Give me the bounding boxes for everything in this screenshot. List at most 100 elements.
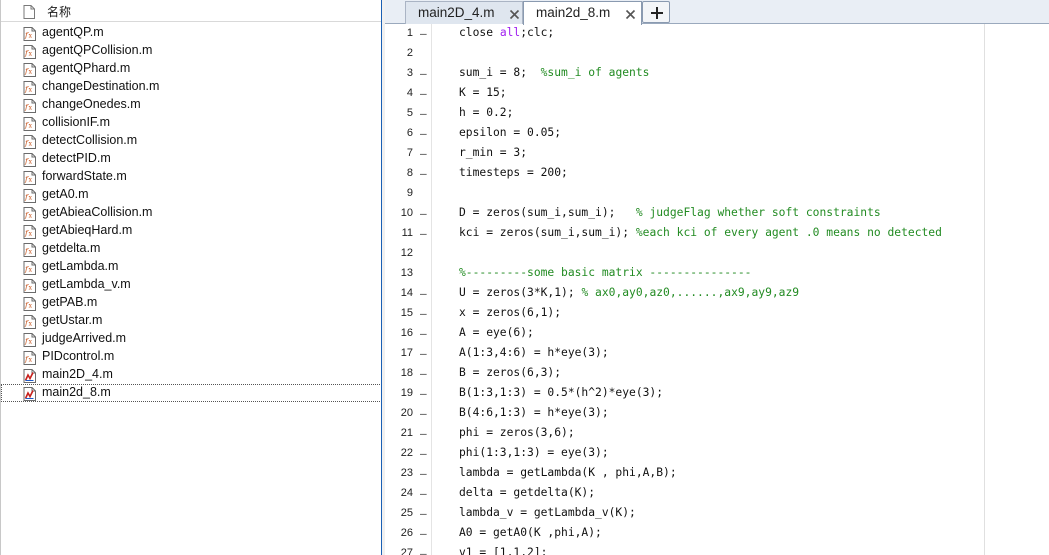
line-number[interactable]: 3 bbox=[385, 67, 413, 79]
line-number[interactable]: 27 bbox=[385, 547, 413, 555]
breakpoint-marker[interactable]: – bbox=[420, 107, 427, 120]
matlab-function-file-icon: fx bbox=[23, 188, 36, 203]
line-number[interactable]: 7 bbox=[385, 147, 413, 159]
breakpoint-marker[interactable]: – bbox=[420, 127, 427, 140]
breakpoint-marker[interactable]: – bbox=[420, 67, 427, 80]
line-number[interactable]: 12 bbox=[385, 247, 413, 259]
svg-text:x: x bbox=[29, 123, 33, 130]
file-list-item[interactable]: f x agentQP.m bbox=[1, 24, 382, 42]
line-number[interactable]: 6 bbox=[385, 127, 413, 139]
breakpoint-marker[interactable]: – bbox=[420, 227, 427, 240]
code-line: 18– B = zeros(6,3); bbox=[385, 364, 1049, 384]
line-number[interactable]: 15 bbox=[385, 307, 413, 319]
breakpoint-marker[interactable]: – bbox=[420, 467, 427, 480]
editor-panel: main2D_4.m main2d_8.m 1– close all;clc; 2 bbox=[385, 0, 1049, 555]
tab-main2d-4[interactable]: main2D_4.m bbox=[405, 1, 523, 24]
breakpoint-marker[interactable]: – bbox=[420, 347, 427, 360]
file-list-item[interactable]: f x collisionIF.m bbox=[1, 114, 382, 132]
code-line: 22– phi(1:3,1:3) = eye(3); bbox=[385, 444, 1049, 464]
file-list-item[interactable]: main2D_4.m bbox=[1, 366, 382, 384]
file-name: getAbieaCollision.m bbox=[42, 205, 153, 219]
current-folder-panel: 名称 f x agentQP.m f x agentQPCollision.m f x agen… bbox=[0, 0, 382, 555]
file-list-item[interactable]: f x getAbieaCollision.m bbox=[1, 204, 382, 222]
file-list-item[interactable]: f x getA0.m bbox=[1, 186, 382, 204]
breakpoint-marker[interactable]: – bbox=[420, 507, 427, 520]
file-list-item[interactable]: f x forwardState.m bbox=[1, 168, 382, 186]
line-number[interactable]: 24 bbox=[385, 487, 413, 499]
close-icon[interactable] bbox=[625, 8, 636, 20]
line-number[interactable]: 8 bbox=[385, 167, 413, 179]
breakpoint-marker[interactable]: – bbox=[420, 447, 427, 460]
code-text: lambda = getLambda(K , phi,A,B); bbox=[459, 466, 677, 479]
breakpoint-marker[interactable]: – bbox=[420, 367, 427, 380]
breakpoint-marker[interactable]: – bbox=[420, 487, 427, 500]
line-number[interactable]: 10 bbox=[385, 207, 413, 219]
line-number[interactable]: 22 bbox=[385, 447, 413, 459]
file-list-item[interactable]: f x agentQPCollision.m bbox=[1, 42, 382, 60]
line-number[interactable]: 13 bbox=[385, 267, 413, 279]
line-number[interactable]: 18 bbox=[385, 367, 413, 379]
code-text: epsilon = 0.05; bbox=[459, 126, 561, 139]
file-list-item[interactable]: main2d_8.m bbox=[1, 384, 382, 402]
file-list-item[interactable]: f x getUstar.m bbox=[1, 312, 382, 330]
code-line: 21– phi = zeros(3,6); bbox=[385, 424, 1049, 444]
code-text: A0 = getA0(K ,phi,A); bbox=[459, 526, 602, 539]
breakpoint-marker[interactable]: – bbox=[420, 407, 427, 420]
file-list-item[interactable]: f x detectPID.m bbox=[1, 150, 382, 168]
file-list-item[interactable]: f x getLambda_v.m bbox=[1, 276, 382, 294]
breakpoint-marker[interactable]: – bbox=[420, 287, 427, 300]
breakpoint-marker[interactable]: – bbox=[420, 427, 427, 440]
file-list-item[interactable]: f x getLambda.m bbox=[1, 258, 382, 276]
breakpoint-marker[interactable]: – bbox=[420, 527, 427, 540]
svg-text:x: x bbox=[29, 141, 33, 148]
breakpoint-marker[interactable]: – bbox=[420, 387, 427, 400]
line-number[interactable]: 26 bbox=[385, 527, 413, 539]
breakpoint-marker[interactable]: – bbox=[420, 87, 427, 100]
breakpoint-marker[interactable]: – bbox=[420, 167, 427, 180]
matlab-function-file-icon: fx bbox=[23, 278, 36, 293]
matlab-function-file-icon: fx bbox=[23, 206, 36, 221]
file-list-item[interactable]: f x PIDcontrol.m bbox=[1, 348, 382, 366]
file-list-header[interactable]: 名称 bbox=[1, 0, 382, 22]
line-number[interactable]: 14 bbox=[385, 287, 413, 299]
file-list-item[interactable]: f x changeOnedes.m bbox=[1, 96, 382, 114]
close-icon[interactable] bbox=[509, 8, 520, 20]
file-list-item[interactable]: f x getPAB.m bbox=[1, 294, 382, 312]
file-list-item[interactable]: f x agentQPhard.m bbox=[1, 60, 382, 78]
tab-main2d-8[interactable]: main2d_8.m bbox=[523, 1, 642, 25]
file-name: main2D_4.m bbox=[42, 367, 113, 381]
line-number[interactable]: 1 bbox=[385, 27, 413, 39]
line-number[interactable]: 9 bbox=[385, 187, 413, 199]
line-number[interactable]: 2 bbox=[385, 47, 413, 59]
line-number[interactable]: 4 bbox=[385, 87, 413, 99]
line-number[interactable]: 23 bbox=[385, 467, 413, 479]
file-list-item[interactable]: f x judgeArrived.m bbox=[1, 330, 382, 348]
breakpoint-marker[interactable]: – bbox=[420, 207, 427, 220]
file-list-item[interactable]: f x getAbieqHard.m bbox=[1, 222, 382, 240]
code-token: K = 15; bbox=[459, 86, 507, 99]
line-number[interactable]: 19 bbox=[385, 387, 413, 399]
matlab-function-file-icon: fx bbox=[23, 296, 36, 311]
breakpoint-marker[interactable]: – bbox=[420, 547, 427, 555]
breakpoint-marker[interactable]: – bbox=[420, 147, 427, 160]
line-number[interactable]: 16 bbox=[385, 327, 413, 339]
line-number[interactable]: 11 bbox=[385, 227, 413, 239]
code-text: phi(1:3,1:3) = eye(3); bbox=[459, 446, 609, 459]
breakpoint-marker[interactable]: – bbox=[420, 27, 427, 40]
code-line: 14– U = zeros(3*K,1); % ax0,ay0,az0,.....… bbox=[385, 284, 1049, 304]
line-number[interactable]: 20 bbox=[385, 407, 413, 419]
file-list-item[interactable]: f x detectCollision.m bbox=[1, 132, 382, 150]
breakpoint-marker[interactable]: – bbox=[420, 307, 427, 320]
breakpoint-marker[interactable]: – bbox=[420, 327, 427, 340]
file-list-item[interactable]: f x changeDestination.m bbox=[1, 78, 382, 96]
line-number[interactable]: 17 bbox=[385, 347, 413, 359]
code-editor[interactable]: 1– close all;clc; 2 3– sum_i = 8; %sum_i of … bbox=[385, 24, 1049, 555]
file-list-item[interactable]: f x getdelta.m bbox=[1, 240, 382, 258]
line-number[interactable]: 21 bbox=[385, 427, 413, 439]
tab-label: main2D_4.m bbox=[418, 5, 495, 20]
matlab-function-file-icon: fx bbox=[23, 134, 36, 149]
line-number[interactable]: 5 bbox=[385, 107, 413, 119]
svg-text:x: x bbox=[29, 339, 33, 346]
line-number[interactable]: 25 bbox=[385, 507, 413, 519]
new-tab-button[interactable] bbox=[642, 1, 670, 23]
